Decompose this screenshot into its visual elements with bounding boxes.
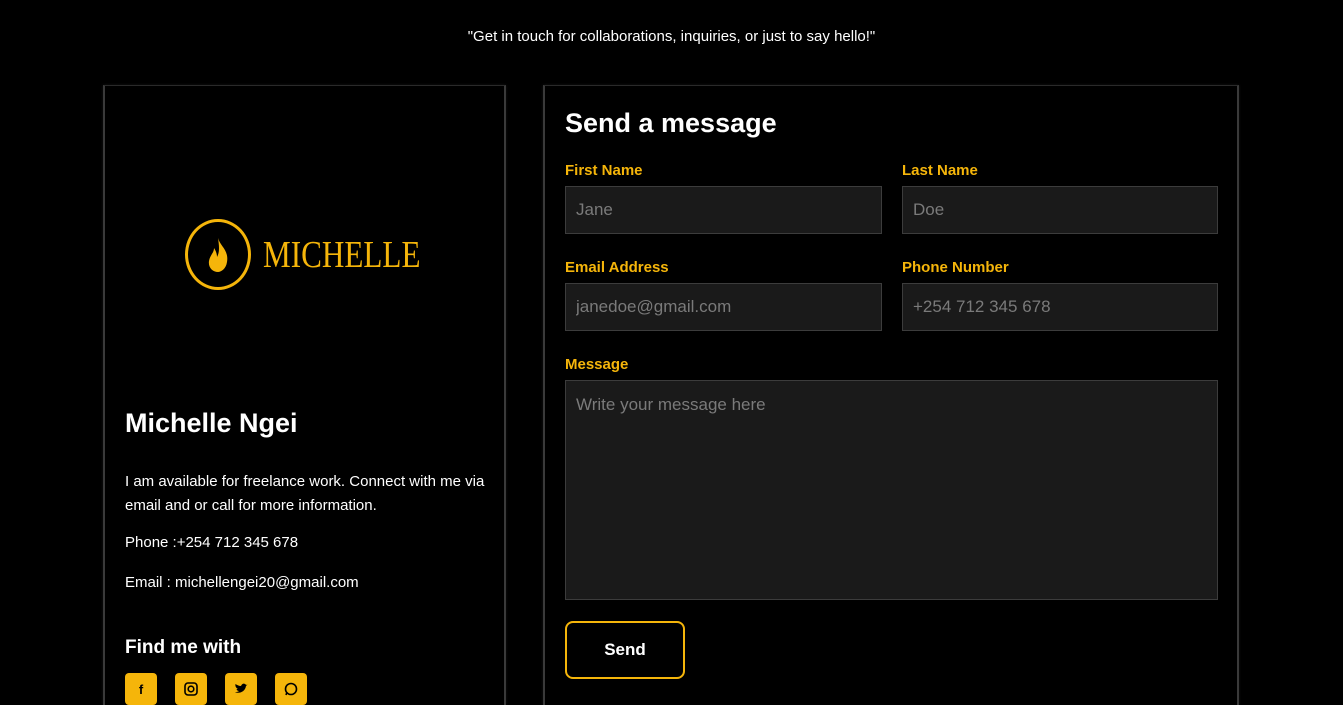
form-title: Send a message	[565, 108, 777, 138]
page-tagline: "Get in touch for collaborations, inquir…	[467, 28, 876, 45]
message-label: Message	[565, 356, 629, 373]
send-button[interactable]: Send	[565, 621, 685, 679]
profile-bio: I am available for freelance work. Conne…	[125, 473, 485, 514]
find-me-heading: Find me with	[125, 637, 242, 658]
instagram-icon[interactable]	[175, 673, 207, 705]
last-name-label: Last Name	[902, 162, 978, 179]
facebook-icon[interactable]: f	[125, 673, 157, 705]
profile-email: Email : michellengei20@gmail.com	[125, 574, 359, 591]
brand-logo: MICHELLE	[185, 219, 455, 290]
phone-input[interactable]	[902, 283, 1218, 331]
logo-wordmark: MICHELLE	[263, 233, 421, 276]
phone-label: Phone Number	[902, 259, 1009, 276]
whatsapp-icon[interactable]	[275, 673, 307, 705]
profile-name: Michelle Ngei	[125, 408, 298, 438]
profile-phone: Phone :+254 712 345 678	[125, 534, 299, 551]
message-form-card: Send a message First Name Last Name Emai…	[543, 85, 1239, 705]
first-name-input[interactable]	[565, 186, 882, 234]
contact-info-card: MICHELLE Michelle Ngei I am available fo…	[103, 85, 506, 705]
last-name-input[interactable]	[902, 186, 1218, 234]
email-label: Email Address	[565, 259, 669, 276]
twitter-icon[interactable]	[225, 673, 257, 705]
flame-icon	[185, 219, 251, 290]
first-name-label: First Name	[565, 162, 643, 179]
email-input[interactable]	[565, 283, 882, 331]
message-textarea[interactable]	[565, 380, 1218, 600]
social-links: f	[125, 673, 307, 705]
